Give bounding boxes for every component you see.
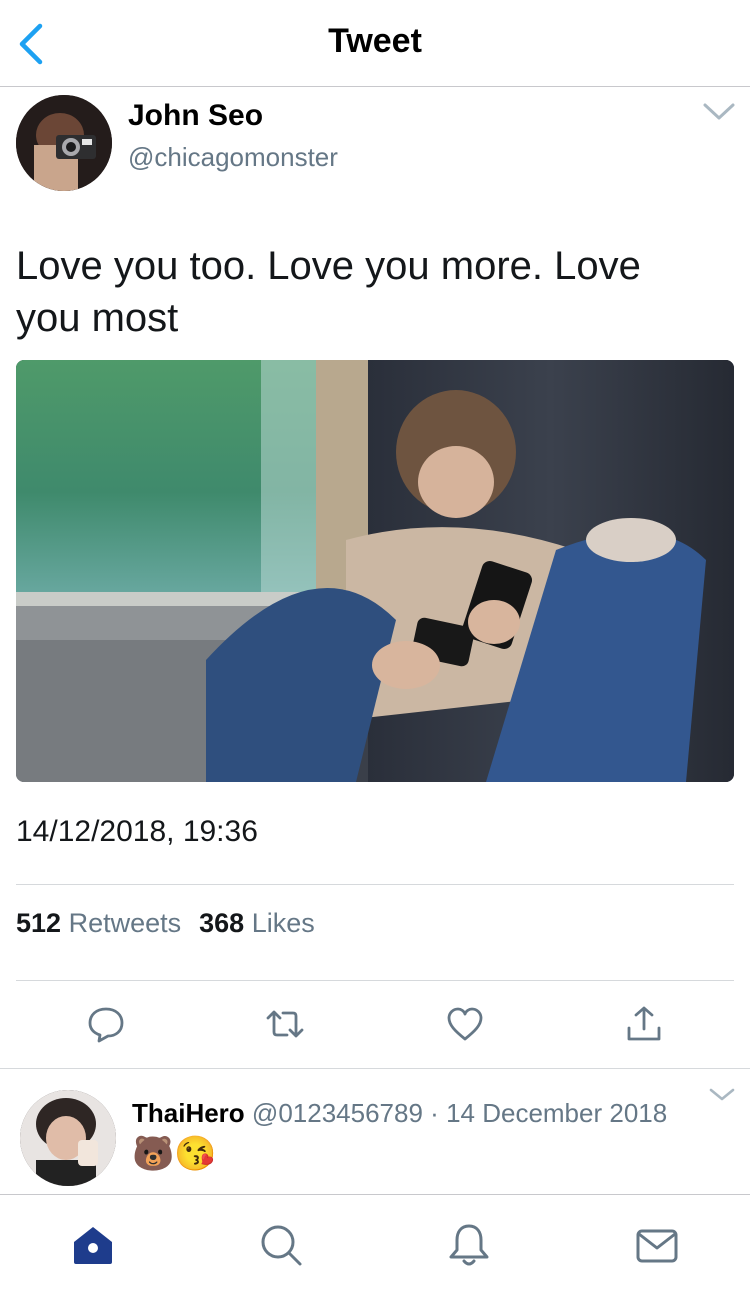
reply-text: 🐻😘 — [132, 1135, 217, 1173]
tab-search[interactable] — [258, 1222, 304, 1268]
avatar-photo — [16, 95, 112, 191]
avatar[interactable] — [16, 95, 112, 191]
share-icon — [627, 1006, 661, 1041]
like-label: Likes — [251, 908, 315, 938]
reply-author-handle[interactable]: @0123456789 — [252, 1098, 423, 1128]
reply-icon — [88, 1007, 124, 1043]
reply-options-button[interactable] — [708, 1084, 736, 1106]
avatar-photo — [20, 1090, 116, 1186]
reply-header: ThaiHero @0123456789 · 14 December 2018 — [132, 1098, 667, 1129]
author-name[interactable]: John Seo — [128, 99, 263, 133]
share-button[interactable] — [624, 1004, 664, 1044]
messages-icon — [636, 1229, 678, 1263]
tweet-stats: 512 Retweets 368 Likes — [16, 908, 315, 939]
photo-boy-with-phone — [16, 360, 734, 782]
page-title: Tweet — [328, 22, 422, 60]
notifications-icon — [449, 1224, 489, 1266]
reply-date: 14 December 2018 — [446, 1098, 668, 1128]
reply-author-name[interactable]: ThaiHero — [132, 1098, 245, 1128]
tweet-text: Love you too. Love you more. Love you mo… — [16, 244, 641, 340]
divider — [16, 884, 734, 885]
retweet-count: 512 — [16, 908, 62, 938]
retweet-icon — [266, 1010, 304, 1038]
chevron-down-icon — [703, 103, 735, 120]
like-stat[interactable]: 368 Likes — [199, 908, 315, 938]
tweet-media-image[interactable] — [16, 360, 734, 782]
tab-home[interactable] — [70, 1222, 116, 1268]
tab-messages[interactable] — [634, 1222, 680, 1268]
chevron-down-icon — [709, 1088, 735, 1101]
like-count: 368 — [199, 908, 245, 938]
retweet-stat[interactable]: 512 Retweets — [16, 908, 181, 938]
reply-avatar[interactable] — [20, 1090, 116, 1186]
retweet-button[interactable] — [265, 1004, 305, 1044]
divider — [0, 1068, 750, 1069]
author-handle[interactable]: @chicagomonster — [128, 142, 338, 173]
tab-notifications[interactable] — [446, 1222, 492, 1268]
retweet-label: Retweets — [68, 908, 182, 938]
tweet-options-button[interactable] — [702, 96, 736, 126]
separator-dot: · — [430, 1098, 439, 1128]
like-button[interactable] — [445, 1004, 485, 1044]
home-icon — [74, 1227, 112, 1264]
tweet-timestamp: 14/12/2018, 19:36 — [16, 815, 258, 848]
reply-button[interactable] — [86, 1004, 126, 1044]
divider — [16, 980, 734, 981]
like-icon — [447, 1007, 483, 1041]
search-icon — [261, 1225, 302, 1266]
